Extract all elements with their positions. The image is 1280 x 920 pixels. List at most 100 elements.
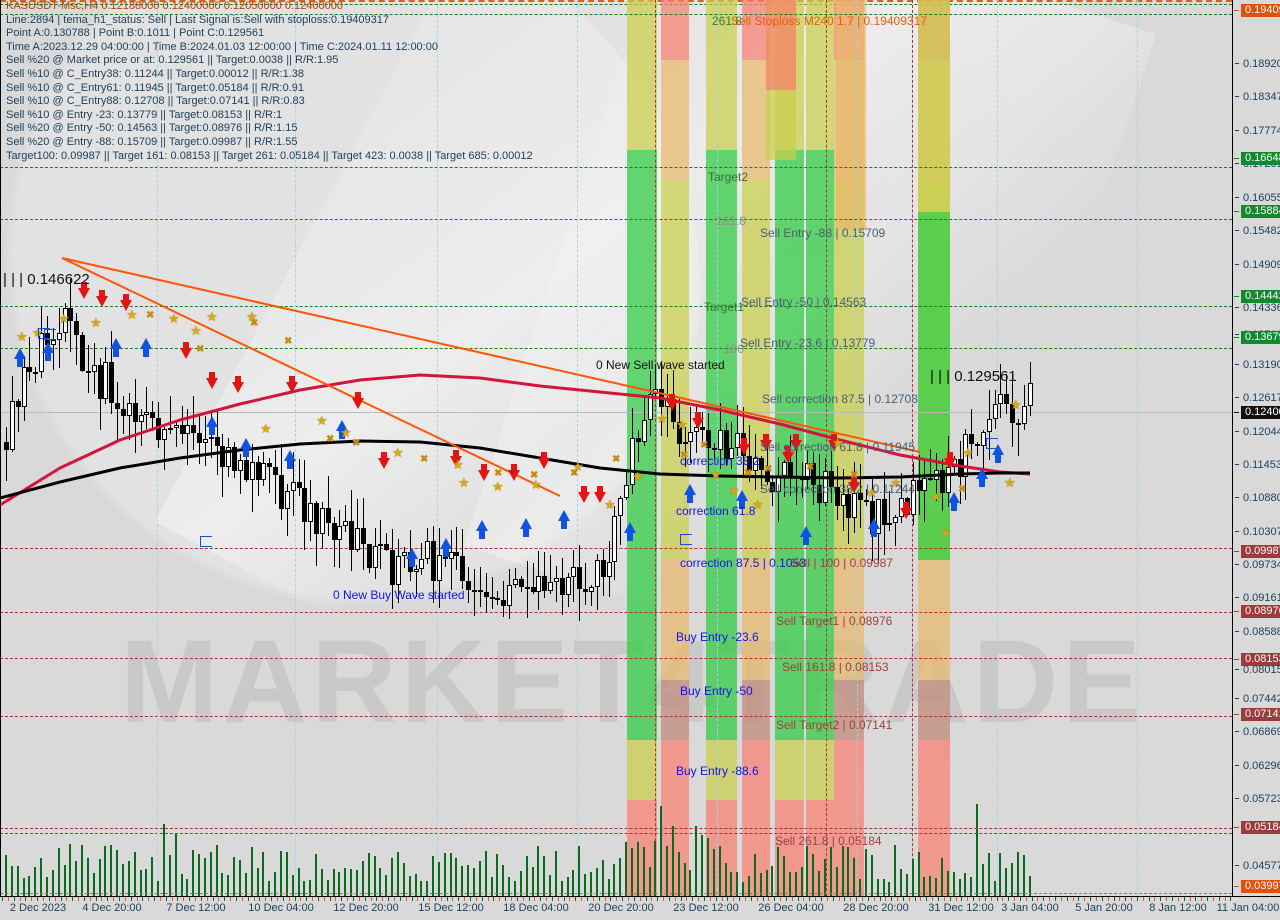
- info-row: Target100: 0.09987 || Target 161: 0.0815…: [6, 149, 533, 162]
- price-badge[interactable]: 0.09987: [1234, 545, 1280, 558]
- time-minor-tick: [61, 897, 62, 901]
- sell-arrow-icon: [692, 412, 704, 429]
- time-minor-tick: [569, 897, 570, 901]
- chart-annotation-label: Sell | 100 | 0.09987: [790, 556, 893, 570]
- time-minor-tick: [944, 897, 945, 901]
- time-minor-tick: [172, 897, 173, 901]
- time-minor-tick: [25, 897, 26, 901]
- cross-marker-icon: ✖: [494, 468, 503, 479]
- time-minor-tick: [142, 897, 143, 901]
- time-minor-tick: [195, 897, 196, 901]
- buy-arrow-icon: [140, 338, 152, 357]
- price-tick-label: 0.06869: [1243, 726, 1280, 738]
- time-minor-tick: [505, 897, 506, 901]
- time-minor-tick: [8, 897, 9, 901]
- flag-marker-icon: [680, 534, 692, 545]
- time-minor-tick: [242, 897, 243, 901]
- info-row: Point A:0.130788 | Point B:0.1011 | Poin…: [6, 27, 265, 40]
- chart-annotation-label: Sell correction 38.2 | 0.11244: [760, 482, 915, 496]
- price-badge[interactable]: 0.13679: [1234, 331, 1280, 344]
- volume-bar: [725, 862, 727, 896]
- time-minor-tick: [997, 897, 998, 901]
- price-tick-label: 0.17774: [1243, 125, 1280, 137]
- time-minor-tick: [774, 897, 775, 901]
- time-minor-tick: [833, 897, 834, 901]
- time-minor-tick: [470, 897, 471, 901]
- time-tick-label: 10 Dec 04:00: [248, 902, 314, 914]
- buy-arrow-icon: [42, 342, 54, 361]
- volume-base-line: [0, 893, 1232, 894]
- star-marker-icon: ★: [962, 445, 974, 460]
- price-tick-label: 0.14336: [1243, 302, 1280, 314]
- volume-bar: [660, 806, 662, 896]
- time-minor-tick: [435, 897, 436, 901]
- time-minor-tick: [546, 897, 547, 901]
- buy-arrow-icon: [520, 518, 532, 537]
- volume-bar: [649, 866, 651, 896]
- info-row: Sell %10 @ C_Entry38: 0.11244 || Target:…: [6, 67, 304, 80]
- price-badge-label: 0.09987: [1245, 545, 1280, 557]
- time-minor-tick: [692, 897, 693, 901]
- chart-annotation-label: Sell Stoploss M240 1.7 | 0.19409317: [731, 14, 927, 28]
- price-axis[interactable]: 0.194090.189200.183470.177740.172010.166…: [1232, 0, 1280, 896]
- time-minor-tick: [119, 897, 120, 901]
- volume-bar: [251, 847, 253, 896]
- volume-bar: [684, 862, 686, 896]
- chart-annotation-label: Sell Entry -50 | 0.14563: [741, 295, 867, 309]
- volume-bar: [619, 858, 621, 896]
- time-minor-tick: [839, 897, 840, 901]
- time-minor-tick: [482, 897, 483, 901]
- time-axis[interactable]: 2 Dec 2023 4 Dec 20:00 7 Dec 12:00 10 Dec 0…: [0, 896, 1280, 920]
- chart-annotation-label: correction 87.5 | 0.1053: [680, 556, 806, 570]
- time-minor-tick: [1032, 897, 1033, 901]
- time-minor-tick: [66, 897, 67, 901]
- time-minor-tick: [1149, 897, 1150, 901]
- chart-annotation-label: Sell Target1 | 0.08976: [776, 614, 893, 628]
- time-minor-tick: [985, 897, 986, 901]
- time-minor-tick: [441, 897, 442, 901]
- volume-ref-line: [0, 828, 1232, 829]
- price-badge[interactable]: 0.08976: [1234, 605, 1280, 618]
- time-minor-tick: [1119, 897, 1120, 901]
- volume-bar: [1005, 868, 1007, 896]
- price-badge-label: 0.12400: [1245, 406, 1280, 418]
- time-tick-label: 7 Dec 12:00: [166, 902, 226, 914]
- price-badge[interactable]: 0.16648: [1234, 152, 1280, 165]
- star-marker-icon: ★: [90, 315, 102, 330]
- volume-bar: [192, 849, 194, 896]
- price-badge[interactable]: 0.19409: [1234, 4, 1280, 17]
- sell-arrow-icon: [538, 452, 550, 469]
- volume-bar: [847, 846, 849, 896]
- time-minor-tick: [1172, 897, 1173, 901]
- price-badge[interactable]: 0.05184: [1234, 821, 1280, 834]
- chart-annotation-label: Sell Target2 | 0.07141: [776, 718, 893, 732]
- volume-bar: [467, 865, 469, 896]
- price-badge[interactable]: 0.12400: [1234, 406, 1280, 419]
- time-minor-tick: [423, 897, 424, 901]
- volume-bar: [578, 846, 580, 896]
- time-minor-tick: [564, 897, 565, 901]
- volume-bar: [496, 853, 498, 896]
- price-badge[interactable]: 0.07141: [1234, 708, 1280, 721]
- star-marker-icon: ★: [16, 329, 28, 344]
- time-minor-tick: [616, 897, 617, 901]
- volume-bar: [204, 857, 206, 896]
- time-minor-tick: [20, 897, 21, 901]
- sell-arrow-icon: [96, 290, 108, 307]
- price-tick-label: 0.10880: [1243, 492, 1280, 504]
- volume-bar: [806, 846, 808, 896]
- chart-annotation-label: Sell Entry -88 | 0.15709: [760, 226, 886, 240]
- time-minor-tick: [529, 897, 530, 901]
- buy-arrow-icon: [558, 510, 570, 529]
- volume-bar: [163, 824, 165, 896]
- volume-bar: [678, 852, 680, 896]
- volume-bar: [391, 858, 393, 896]
- time-minor-tick: [177, 897, 178, 901]
- price-badge[interactable]: 0.15884: [1234, 205, 1280, 218]
- volume-bar: [502, 865, 504, 896]
- volume-bar: [479, 860, 481, 896]
- price-badge[interactable]: 0.03997: [1234, 880, 1280, 893]
- volume-bar: [438, 861, 440, 896]
- star-marker-icon: ★: [260, 421, 272, 436]
- star-marker-icon: ★: [930, 489, 942, 504]
